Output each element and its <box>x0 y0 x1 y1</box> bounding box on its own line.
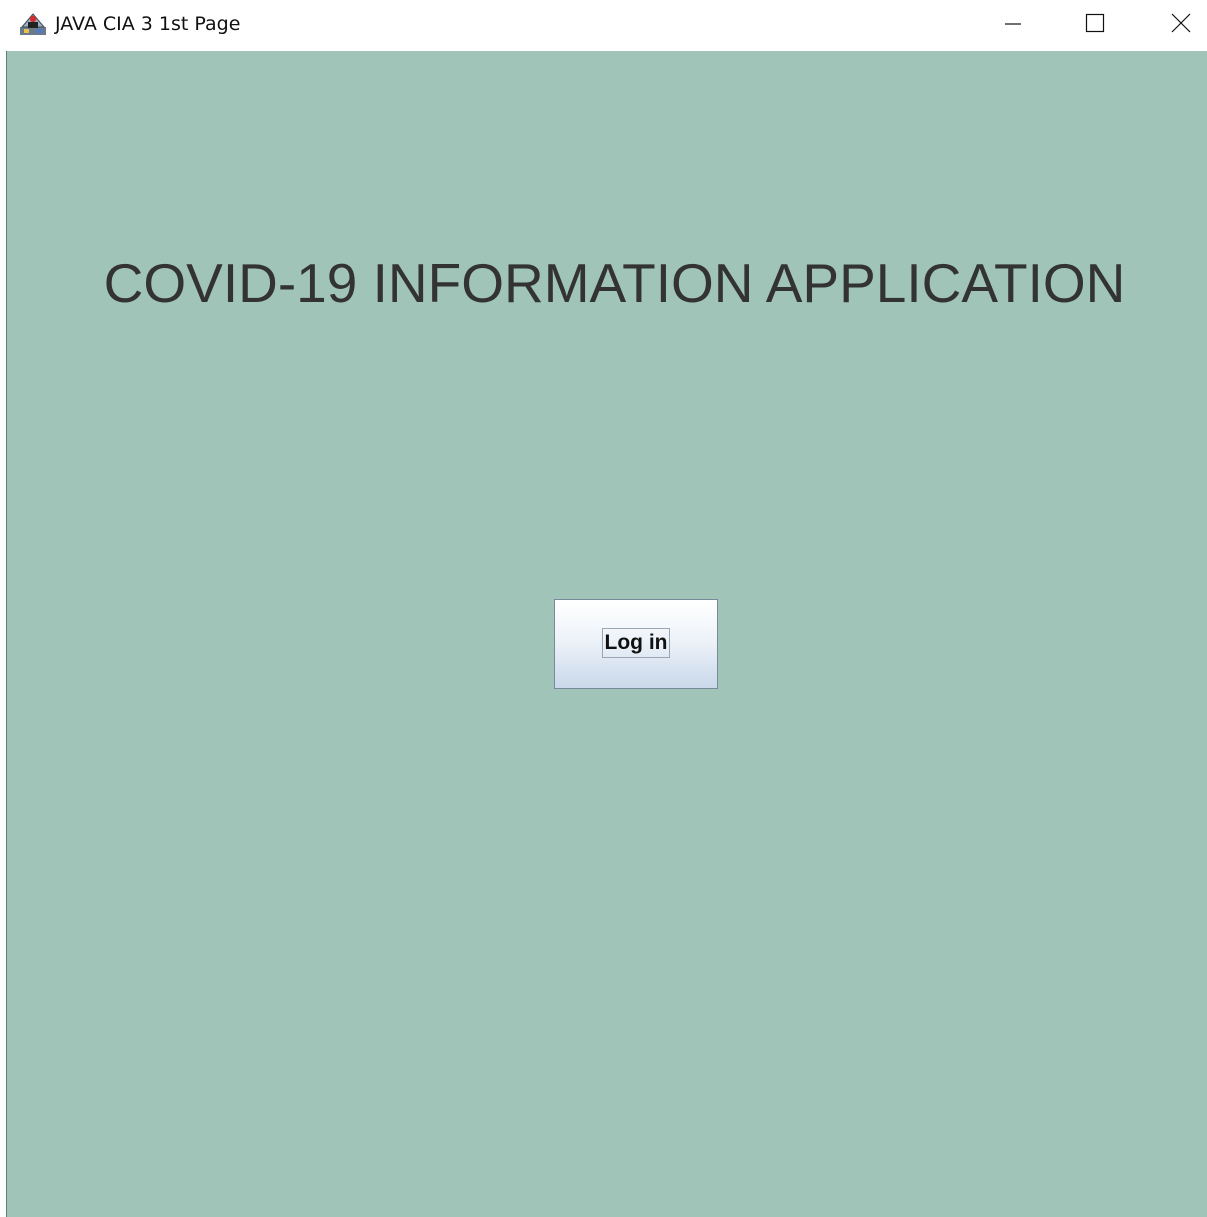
login-button[interactable]: Log in <box>554 599 718 689</box>
close-icon <box>1171 13 1191 33</box>
title-bar[interactable]: JAVA CIA 3 1st Page <box>0 0 1207 50</box>
window-title: JAVA CIA 3 1st Page <box>55 13 241 35</box>
java-duke-icon <box>19 10 47 36</box>
page-title: COVID-19 INFORMATION APPLICATION <box>103 252 1126 314</box>
maximize-icon <box>1085 13 1105 33</box>
minimize-icon <box>1005 23 1021 25</box>
minimize-button[interactable] <box>990 0 1036 46</box>
app-window: JAVA CIA 3 1st Page COVID-19 INFORMATION… <box>0 0 1207 1217</box>
content-panel: COVID-19 INFORMATION APPLICATION Log in <box>7 51 1207 1217</box>
login-button-label: Log in <box>602 628 670 658</box>
maximize-button[interactable] <box>1072 0 1118 46</box>
close-button[interactable] <box>1158 0 1204 46</box>
